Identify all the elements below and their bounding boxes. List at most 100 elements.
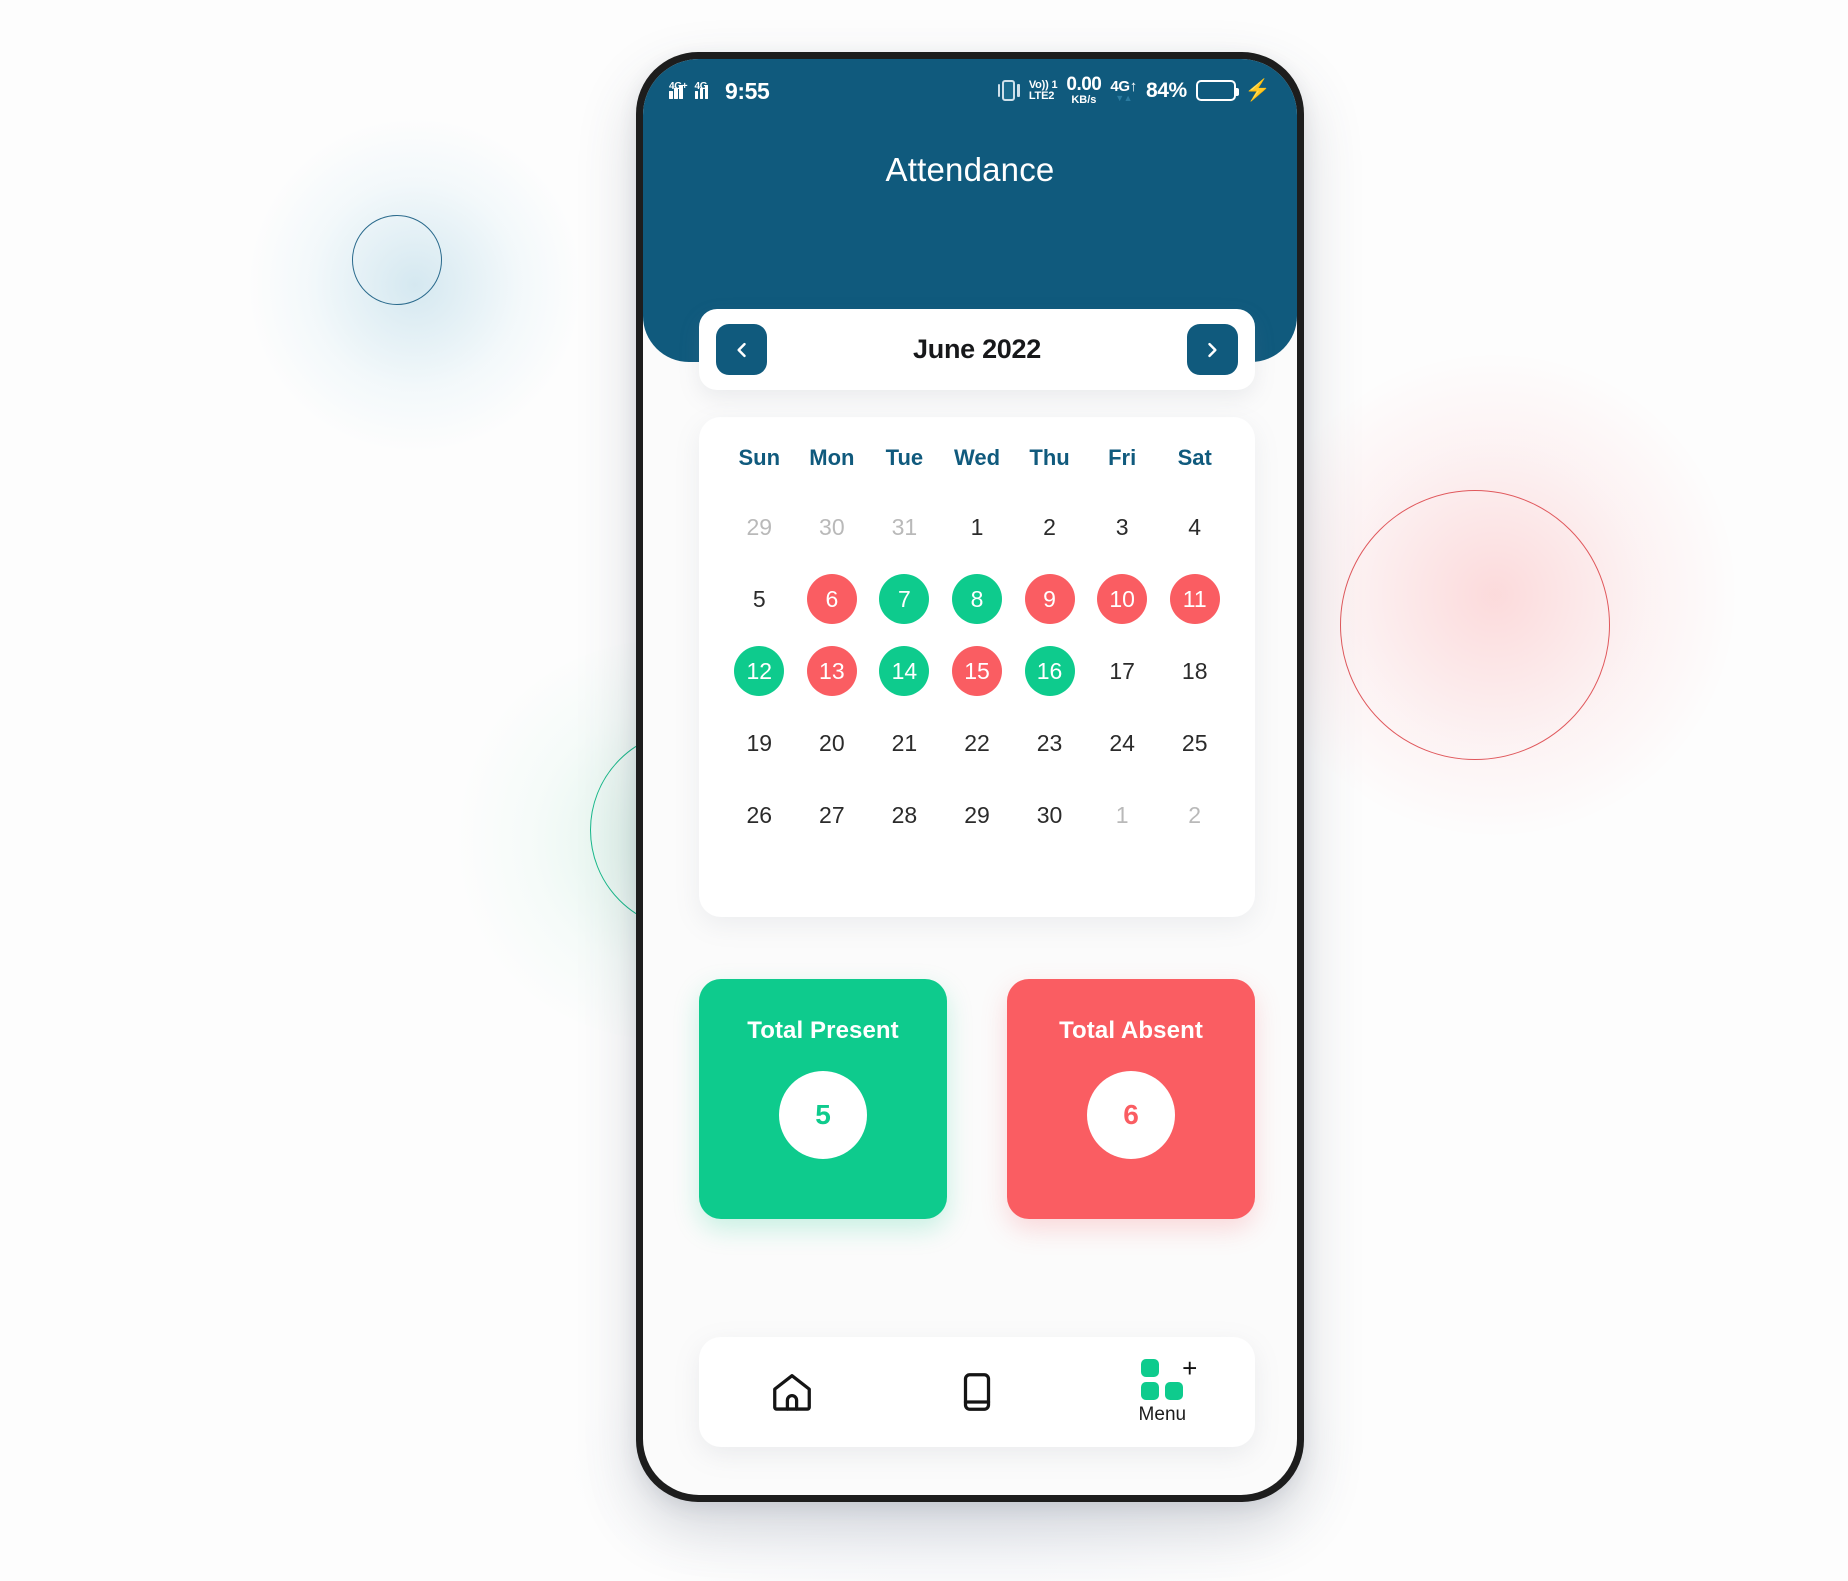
total-present-bubble: 5 xyxy=(779,1071,867,1159)
total-present-value: 5 xyxy=(815,1099,831,1130)
calendar-day-cell[interactable]: 4 xyxy=(1158,491,1231,563)
calendar-day-cell[interactable]: 8 xyxy=(941,563,1014,635)
calendar-day-normal: 18 xyxy=(1181,657,1208,684)
calendar-day-normal: 22 xyxy=(964,729,990,756)
calendar-day-normal: 17 xyxy=(1109,657,1135,684)
network-speed-value: 0.00 xyxy=(1066,74,1102,96)
calendar-day-cell[interactable]: 31 xyxy=(868,491,941,563)
calendar-day-cell[interactable]: 30 xyxy=(796,491,869,563)
phone-screen: 4G+ 4G 9:55 Vo)) 1 LTE2 0.00 KB/s 4G↑ ▼▲… xyxy=(643,59,1297,1495)
calendar-day-normal: 25 xyxy=(1181,729,1208,756)
calendar-day-cell[interactable]: 15 xyxy=(941,635,1014,707)
data-network-indicator: 4G↑ ▼▲ xyxy=(1110,79,1137,103)
chevron-right-icon xyxy=(1208,342,1218,357)
calendar-day-muted: 2 xyxy=(1188,801,1202,828)
total-absent-card[interactable]: Total Absent 6 xyxy=(1007,979,1255,1219)
calendar-day-cell[interactable]: 1 xyxy=(941,491,1014,563)
calendar-day-muted: 29 xyxy=(746,513,773,540)
charging-bolt-icon: ⚡ xyxy=(1244,79,1271,103)
volte-icon: Vo)) 1 LTE2 xyxy=(1029,79,1058,102)
calendar-day-cell[interactable]: 6 xyxy=(796,563,869,635)
decorative-red-glow xyxy=(1255,355,1735,835)
status-bar-right: Vo)) 1 LTE2 0.00 KB/s 4G↑ ▼▲ 84% ⚡ xyxy=(997,74,1271,107)
data-arrows-icon: ▼▲ xyxy=(1115,92,1133,103)
network-type-2-label: 4G xyxy=(694,80,708,92)
vibrate-icon xyxy=(997,80,1020,102)
calendar-day-cell[interactable]: 12 xyxy=(723,635,796,707)
nav-item-book[interactable] xyxy=(917,1369,1037,1415)
page-background: 4G+ 4G 9:55 Vo)) 1 LTE2 0.00 KB/s 4G↑ ▼▲… xyxy=(0,0,1848,1581)
total-present-card[interactable]: Total Present 5 xyxy=(699,979,947,1219)
calendar-day-absent: 13 xyxy=(806,646,857,696)
nav-item-home[interactable] xyxy=(732,1369,852,1415)
calendar-day-cell[interactable]: 25 xyxy=(1158,707,1231,779)
calendar-card: Sun Mon Tue Wed Thu Fri Sat 29 30 31 1 2 3 4 5 6 7 8 9 10 1… xyxy=(699,417,1255,917)
calendar-day-muted: 30 xyxy=(819,513,845,540)
calendar-day-absent: 6 xyxy=(806,574,857,624)
calendar-day-present: 7 xyxy=(879,574,930,624)
phone-frame: 4G+ 4G 9:55 Vo)) 1 LTE2 0.00 KB/s 4G↑ ▼▲… xyxy=(636,52,1304,1502)
calendar-day-cell[interactable]: 2 xyxy=(1158,779,1231,851)
calendar-day-cell[interactable]: 21 xyxy=(868,707,941,779)
calendar-day-cell[interactable]: 14 xyxy=(868,635,941,707)
network-type-1-label: 4G+ xyxy=(669,80,688,92)
calendar-day-cell[interactable]: 18 xyxy=(1158,635,1231,707)
decorative-blue-glow xyxy=(250,120,580,450)
calendar-day-muted: 1 xyxy=(1115,801,1129,828)
nav-item-menu-label: Menu xyxy=(1138,1403,1187,1425)
calendar-day-cell[interactable]: 5 xyxy=(723,563,796,635)
nav-item-menu[interactable]: + Menu xyxy=(1102,1355,1222,1426)
calendar-day-absent: 15 xyxy=(951,646,1002,696)
calendar-day-cell[interactable]: 22 xyxy=(941,707,1014,779)
calendar-day-cell[interactable]: 30 xyxy=(1013,779,1086,851)
calendar-day-cell[interactable]: 13 xyxy=(796,635,869,707)
calendar-day-cell[interactable]: 20 xyxy=(796,707,869,779)
calendar-day-cell[interactable]: 19 xyxy=(723,707,796,779)
calendar-day-present: 8 xyxy=(951,574,1002,624)
calendar-day-cell[interactable]: 24 xyxy=(1086,707,1159,779)
calendar-day-present: 14 xyxy=(879,646,930,696)
calendar-weekday-wed: Wed xyxy=(953,445,1001,470)
calendar-day-cell[interactable]: 16 xyxy=(1013,635,1086,707)
calendar-day-cell[interactable]: 27 xyxy=(796,779,869,851)
next-month-button[interactable] xyxy=(1186,324,1238,375)
calendar-day-absent: 9 xyxy=(1024,574,1075,624)
calendar-day-normal: 24 xyxy=(1109,729,1135,756)
calendar-day-normal: 4 xyxy=(1188,513,1202,540)
calendar-day-cell[interactable]: 7 xyxy=(868,563,941,635)
calendar-weekday-thu: Thu xyxy=(1029,445,1070,470)
total-absent-title: Total Absent xyxy=(1059,1017,1203,1044)
calendar-day-cell[interactable]: 9 xyxy=(1013,563,1086,635)
calendar-weekday-tue: Tue xyxy=(885,445,924,470)
calendar-day-normal: 3 xyxy=(1115,513,1129,540)
calendar-day-normal: 28 xyxy=(891,801,918,828)
calendar-weekday-sun: Sun xyxy=(738,445,781,470)
menu-grid-icon: + xyxy=(1141,1355,1197,1400)
total-absent-bubble: 6 xyxy=(1087,1071,1175,1159)
calendar-day-cell[interactable]: 26 xyxy=(723,779,796,851)
bottom-navigation-bar: + Menu xyxy=(699,1337,1255,1447)
calendar-day-normal: 19 xyxy=(746,729,773,756)
calendar-day-cell[interactable]: 10 xyxy=(1086,563,1159,635)
calendar-day-muted: 31 xyxy=(891,513,918,540)
network-speed-unit: KB/s xyxy=(1071,94,1097,107)
page-title: Attendance xyxy=(885,151,1055,188)
clock-time: 9:55 xyxy=(725,77,770,104)
previous-month-button[interactable] xyxy=(716,324,767,375)
calendar-day-cell[interactable]: 29 xyxy=(723,491,796,563)
calendar-day-cell[interactable]: 11 xyxy=(1158,563,1231,635)
calendar-weekday-sat: Sat xyxy=(1177,445,1212,470)
calendar-day-cell[interactable]: 23 xyxy=(1013,707,1086,779)
calendar-day-cell[interactable]: 17 xyxy=(1086,635,1159,707)
data-network-label: 4G↑ xyxy=(1110,77,1137,95)
calendar-weekday-mon: Mon xyxy=(809,445,855,470)
calendar-day-cell[interactable]: 3 xyxy=(1086,491,1159,563)
calendar-day-cell[interactable]: 1 xyxy=(1086,779,1159,851)
calendar-day-cell[interactable]: 28 xyxy=(868,779,941,851)
calendar-day-present: 12 xyxy=(734,646,785,696)
calendar-day-cell[interactable]: 29 xyxy=(941,779,1014,851)
calendar-day-normal: 27 xyxy=(819,801,845,828)
calendar-day-cell[interactable]: 2 xyxy=(1013,491,1086,563)
status-bar-left: 4G+ 4G 9:55 xyxy=(669,77,770,105)
book-icon xyxy=(963,1373,991,1411)
